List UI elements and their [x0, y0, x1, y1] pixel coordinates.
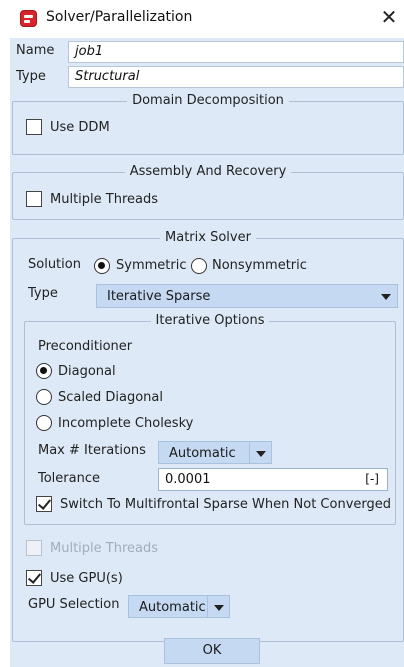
ok-button[interactable]: OK [164, 638, 260, 664]
chevron-down-icon [207, 596, 229, 617]
chevron-down-icon [249, 442, 271, 463]
solver-type-label: Type [28, 286, 58, 301]
switch-multifrontal-checkbox[interactable] [36, 496, 52, 512]
title-bar: Solver/Parallelization ✕ [0, 0, 404, 36]
incomplete-cholesky-label: Incomplete Cholesky [58, 416, 194, 431]
multiple-threads-checkbox[interactable] [26, 191, 42, 207]
app-logo-icon [20, 10, 37, 27]
use-gpu-checkbox[interactable] [26, 570, 42, 586]
matrix-solver-title: Matrix Solver [160, 230, 256, 245]
max-iterations-label: Max # Iterations [38, 443, 146, 458]
nonsymmetric-radio[interactable] [191, 258, 207, 274]
solver-type-value: Iterative Sparse [107, 289, 211, 304]
scaled-diagonal-radio[interactable] [36, 389, 52, 405]
gpu-selection-dropdown[interactable]: Automatic [128, 595, 230, 618]
iterative-options-title: Iterative Options [150, 313, 270, 328]
job-type-field[interactable]: Structural [68, 66, 404, 88]
scaled-diagonal-label: Scaled Diagonal [58, 390, 163, 405]
multiple-threads-label: Multiple Threads [50, 192, 158, 207]
tolerance-label: Tolerance [38, 471, 100, 486]
incomplete-cholesky-radio[interactable] [36, 415, 52, 431]
symmetric-label: Symmetric [116, 258, 187, 273]
assembly-recovery-title: Assembly And Recovery [124, 164, 292, 179]
name-field[interactable]: job1 [68, 41, 404, 63]
gpu-multiple-threads-checkbox[interactable] [26, 540, 42, 556]
window-title: Solver/Parallelization [46, 9, 193, 25]
close-button[interactable]: ✕ [376, 4, 402, 30]
use-ddm-label: Use DDM [50, 120, 110, 135]
max-iterations-value: Automatic [169, 446, 236, 461]
gpu-multiple-threads-label: Multiple Threads [50, 541, 158, 556]
gpu-selection-label: GPU Selection [28, 597, 120, 612]
diagonal-label: Diagonal [58, 364, 116, 379]
solution-label: Solution [28, 257, 81, 272]
symmetric-radio[interactable] [94, 258, 110, 274]
chevron-down-icon [375, 285, 397, 307]
use-ddm-checkbox[interactable] [26, 119, 42, 135]
domain-decomposition-title: Domain Decomposition [127, 93, 289, 108]
use-gpu-label: Use GPU(s) [50, 571, 123, 586]
diagonal-radio[interactable] [36, 363, 52, 379]
solver-type-dropdown[interactable]: Iterative Sparse [96, 284, 398, 308]
switch-multifrontal-label: Switch To Multifrontal Sparse When Not C… [60, 497, 392, 512]
tolerance-input[interactable]: 0.0001 [-] [158, 468, 388, 491]
tolerance-value: 0.0001 [165, 472, 211, 487]
name-label: Name [16, 43, 55, 58]
max-iterations-dropdown[interactable]: Automatic [158, 441, 272, 464]
tolerance-unit: [-] [365, 472, 379, 486]
dialog-content: Name job1 Type Structural Domain Decompo… [10, 38, 404, 667]
type-label: Type [16, 69, 46, 84]
gpu-selection-value: Automatic [139, 600, 206, 615]
preconditioner-label: Preconditioner [38, 339, 133, 354]
nonsymmetric-label: Nonsymmetric [212, 258, 307, 273]
